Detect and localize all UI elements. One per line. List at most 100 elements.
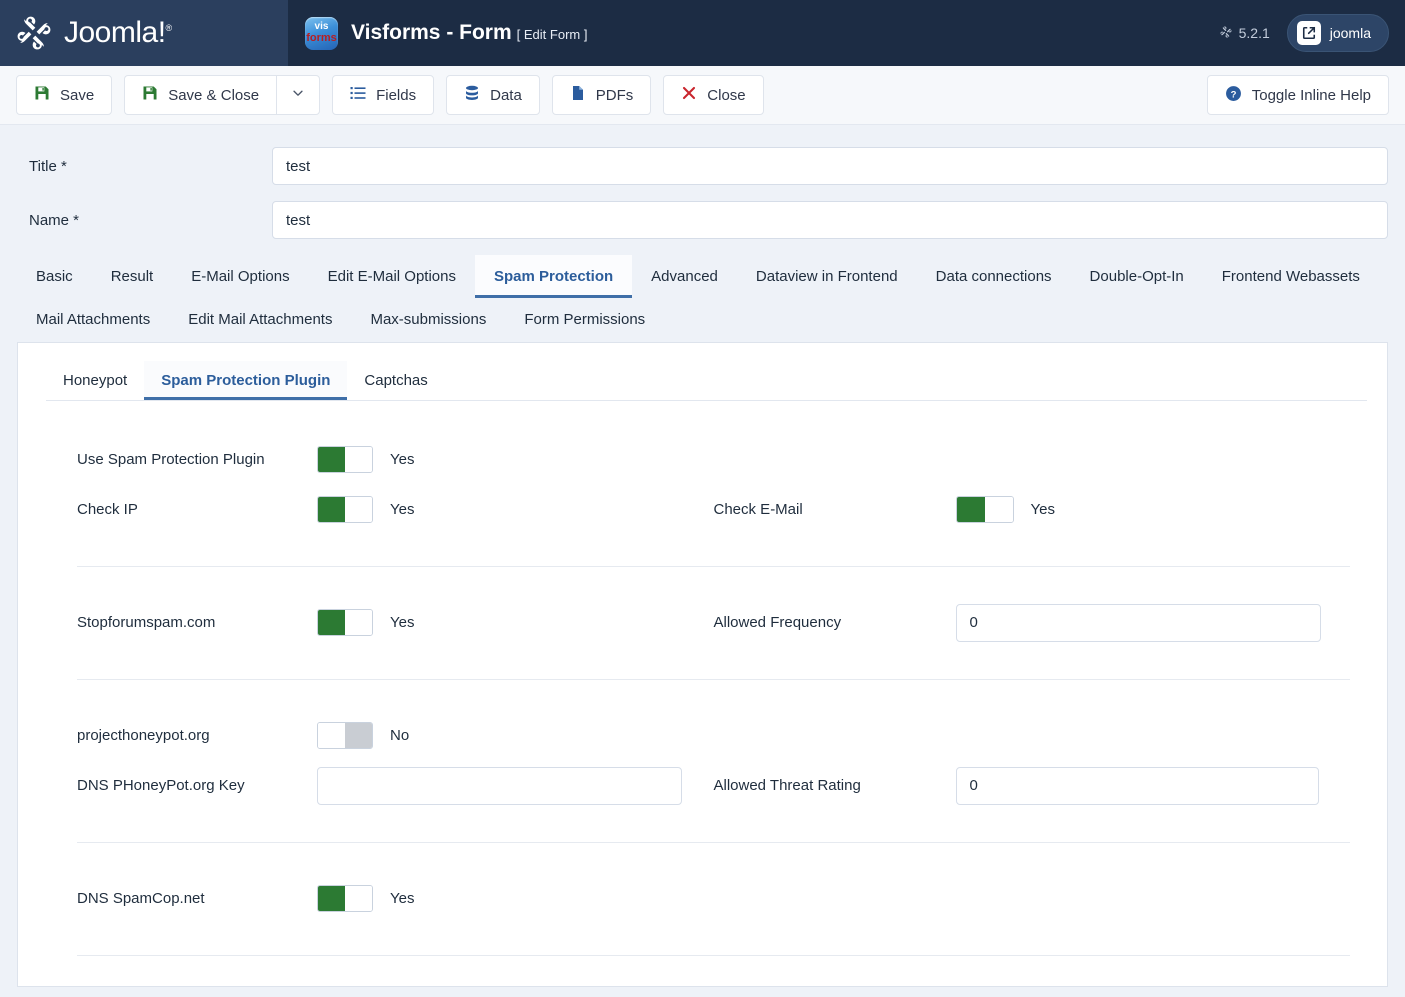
title-field-row: Title * <box>17 147 1388 185</box>
section-gap <box>77 856 1350 874</box>
visforms-icon-line1: vis <box>315 22 329 32</box>
header-brand-panel: Joomla!® <box>0 0 288 66</box>
tab-double-opt-in[interactable]: Double-Opt-In <box>1071 255 1203 298</box>
use-plugin-cell: Use Spam Protection Plugin Yes <box>77 435 714 485</box>
title-input[interactable] <box>272 147 1388 185</box>
tab-form-permissions[interactable]: Form Permissions <box>505 298 664 341</box>
svg-text:?: ? <box>1230 89 1236 100</box>
stopforumspam-label: Stopforumspam.com <box>77 614 317 632</box>
tab-dataview-in-frontend[interactable]: Dataview in Frontend <box>737 255 917 298</box>
save-options-dropdown-toggle[interactable] <box>276 75 320 115</box>
database-icon <box>464 85 480 105</box>
tab-result[interactable]: Result <box>92 255 173 298</box>
name-label: Name * <box>17 212 272 229</box>
user-name-label: joomla <box>1330 25 1371 41</box>
section-divider-3 <box>77 842 1350 843</box>
projecthoneypot-label: projecthoneypot.org <box>77 727 317 745</box>
stopforumspam-state: Yes <box>390 614 414 631</box>
toggle-half-off <box>985 497 1013 522</box>
toggle-inline-help-button[interactable]: ? Toggle Inline Help <box>1207 75 1389 115</box>
dns-key-cell: DNS PHoneyPot.org Key <box>77 761 714 811</box>
tab-edit-e-mail-options[interactable]: Edit E-Mail Options <box>309 255 475 298</box>
toggle-half-on <box>318 447 345 472</box>
tab-advanced[interactable]: Advanced <box>632 255 737 298</box>
projecthoneypot-state: No <box>390 727 409 744</box>
joomla-wordmark: Joomla!® <box>64 16 172 50</box>
projecthoneypot-toggle-wrap: No <box>317 722 409 749</box>
joomla-logo-link[interactable]: Joomla!® <box>13 12 172 54</box>
projecthoneypot-toggle[interactable] <box>317 722 373 749</box>
editor-toolbar: Save Save & Close <box>0 66 1405 125</box>
site-preview-user-button[interactable]: joomla <box>1287 14 1389 52</box>
close-button[interactable]: Close <box>663 75 763 115</box>
section-gap <box>77 693 1350 711</box>
tab-mail-attachments[interactable]: Mail Attachments <box>17 298 169 341</box>
section-gap <box>77 580 1350 598</box>
dns-key-input[interactable] <box>317 767 682 805</box>
section-gap <box>77 811 1350 829</box>
section-gap <box>77 535 1350 553</box>
subtab-honeypot[interactable]: Honeypot <box>46 361 144 400</box>
subtab-captchas[interactable]: Captchas <box>347 361 444 400</box>
allowed-threat-input[interactable] <box>956 767 1319 805</box>
stopforumspam-toggle[interactable] <box>317 609 373 636</box>
allowed-frequency-input[interactable] <box>956 604 1321 642</box>
section-divider-2 <box>77 679 1350 680</box>
tab-edit-mail-attachments[interactable]: Edit Mail Attachments <box>169 298 351 341</box>
use-plugin-label: Use Spam Protection Plugin <box>77 451 317 469</box>
use-plugin-row: Use Spam Protection Plugin Yes <box>77 435 1350 485</box>
save-button[interactable]: Save <box>16 75 112 115</box>
use-plugin-empty-cell <box>714 435 1351 485</box>
projecthoneypot-empty-cell <box>714 711 1351 761</box>
page-title-context: [ Edit Form ] <box>517 27 588 42</box>
dns-spamcop-cell: DNS SpamCop.net Yes <box>77 874 714 924</box>
tab-max-submissions[interactable]: Max-submissions <box>351 298 505 341</box>
save-disk-icon <box>142 85 158 105</box>
tab-e-mail-options[interactable]: E-Mail Options <box>172 255 308 298</box>
allowed-threat-cell: Allowed Threat Rating <box>714 761 1351 811</box>
check-email-cell: Check E-Mail Yes <box>714 485 1351 535</box>
page-title: Visforms - Form[ Edit Form ] <box>351 21 587 45</box>
toggle-half-off <box>345 497 372 522</box>
check-ip-cell: Check IP Yes <box>77 485 714 535</box>
data-button-label: Data <box>490 87 522 104</box>
chevron-down-icon <box>291 86 305 104</box>
toggle-inline-help-label: Toggle Inline Help <box>1252 87 1371 104</box>
toggle-half-off <box>345 886 372 911</box>
dns-spamcop-toggle[interactable] <box>317 885 373 912</box>
tab-frontend-webassets[interactable]: Frontend Webassets <box>1203 255 1379 298</box>
tab-data-connections[interactable]: Data connections <box>917 255 1071 298</box>
projecthoneypot-cell: projecthoneypot.org No <box>77 711 714 761</box>
allowed-frequency-label: Allowed Frequency <box>714 614 956 632</box>
use-plugin-toggle-wrap: Yes <box>317 446 414 473</box>
toggle-half-off <box>345 447 372 472</box>
use-plugin-toggle[interactable] <box>317 446 373 473</box>
fields-button-label: Fields <box>376 87 416 104</box>
joomla-version-badge: 5.2.1 <box>1219 25 1270 42</box>
check-ip-toggle-wrap: Yes <box>317 496 414 523</box>
save-and-close-button[interactable]: Save & Close <box>124 75 276 115</box>
toggle-half-on <box>318 723 345 748</box>
pdfs-button[interactable]: PDFs <box>552 75 652 115</box>
dns-spamcop-empty-cell <box>714 874 1351 924</box>
allowed-frequency-cell: Allowed Frequency <box>714 598 1351 648</box>
tab-basic[interactable]: Basic <box>17 255 92 298</box>
app-header: Joomla!® vis forms Visforms - Form[ Edit… <box>0 0 1405 66</box>
toggle-half-on <box>318 886 345 911</box>
save-and-close-group: Save & Close <box>124 75 320 115</box>
subtab-spam-protection-plugin[interactable]: Spam Protection Plugin <box>144 361 347 400</box>
check-email-toggle[interactable] <box>956 496 1014 523</box>
external-link-icon <box>1297 21 1321 45</box>
toggle-half-on <box>318 497 345 522</box>
version-number: 5.2.1 <box>1239 25 1270 41</box>
fields-button[interactable]: Fields <box>332 75 434 115</box>
tab-spam-protection[interactable]: Spam Protection <box>475 255 632 298</box>
pdfs-button-label: PDFs <box>596 87 634 104</box>
toggle-half-off <box>345 610 372 635</box>
data-button[interactable]: Data <box>446 75 540 115</box>
save-disk-icon <box>34 85 50 105</box>
name-input[interactable] <box>272 201 1388 239</box>
title-label: Title * <box>17 158 272 175</box>
section-divider-1 <box>77 566 1350 567</box>
check-ip-toggle[interactable] <box>317 496 373 523</box>
